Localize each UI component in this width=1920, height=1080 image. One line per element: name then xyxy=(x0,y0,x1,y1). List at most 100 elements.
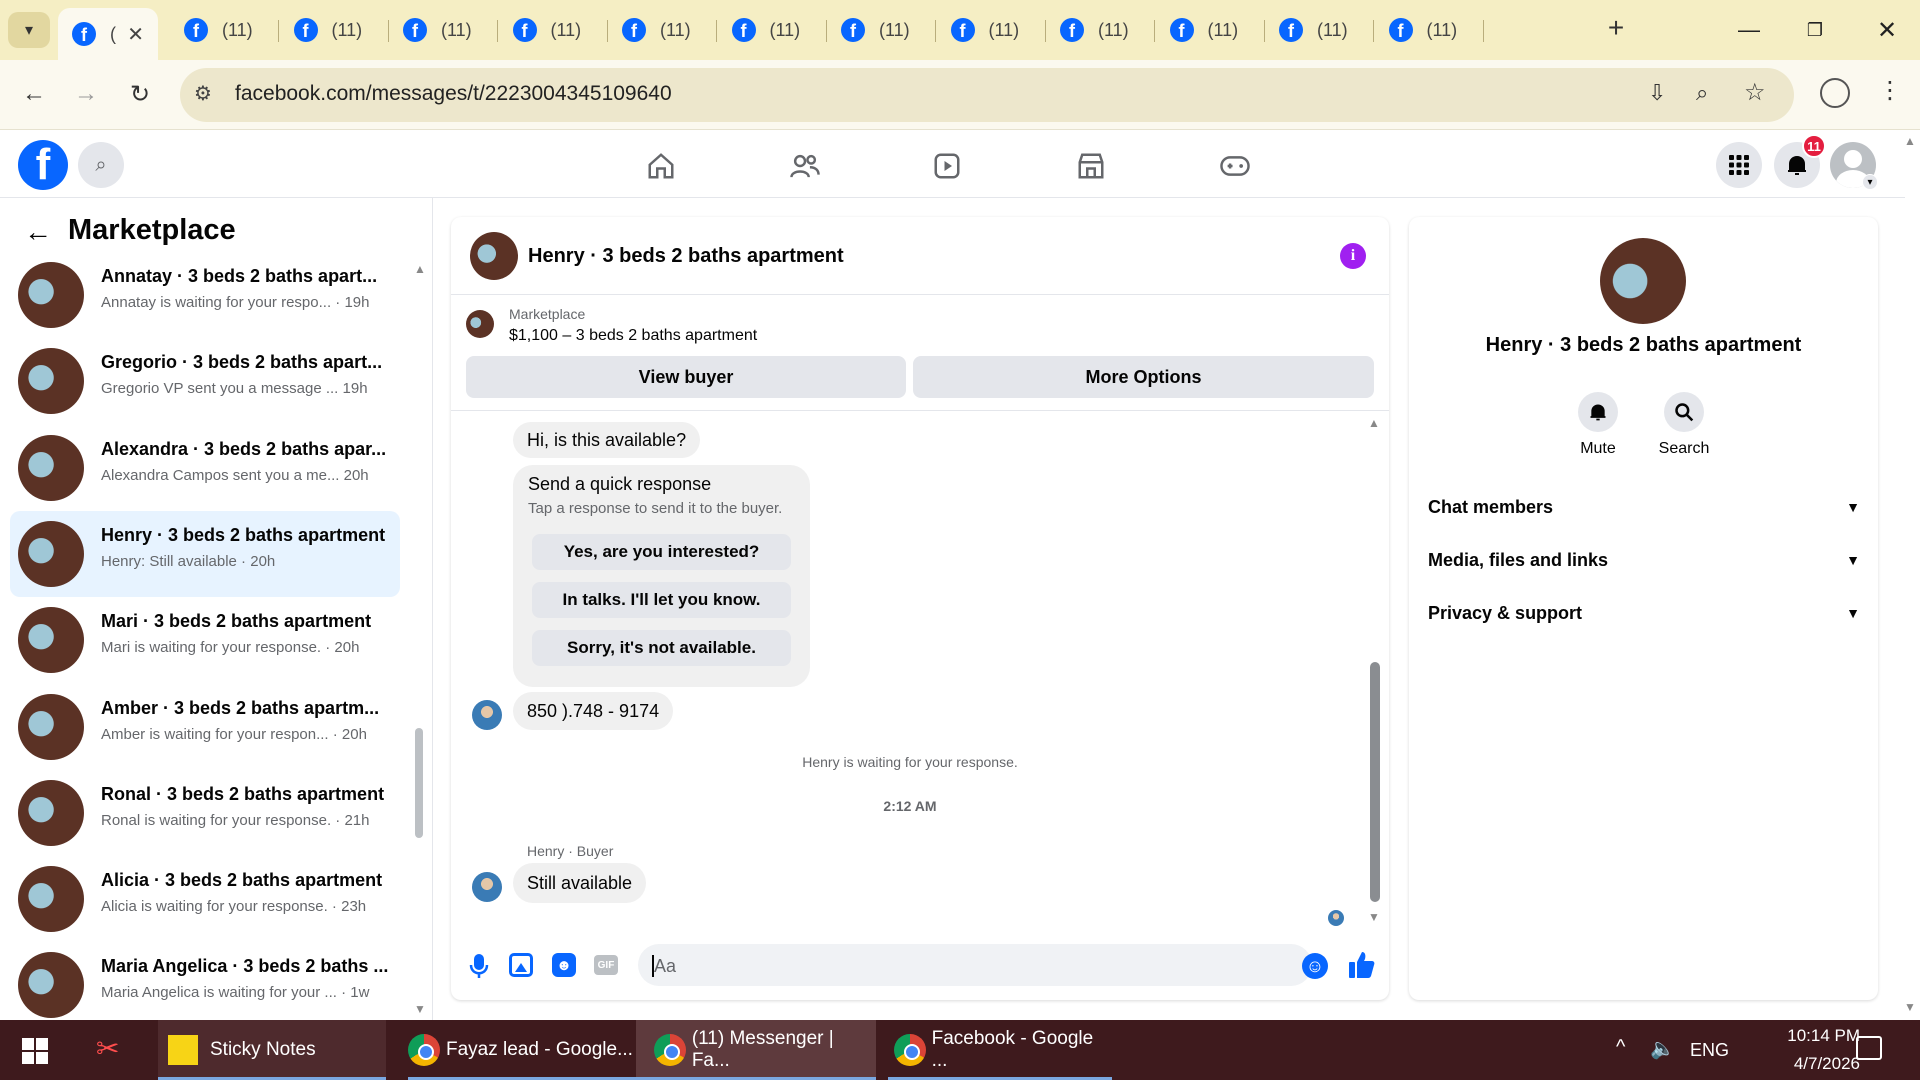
gif-icon[interactable]: GIF xyxy=(594,955,618,975)
facebook-icon: f xyxy=(1388,18,1413,42)
windows-start-icon[interactable] xyxy=(22,1038,48,1064)
profile-icon[interactable] xyxy=(1820,78,1850,108)
sticker-icon[interactable]: ☻ xyxy=(552,953,576,977)
reload-button[interactable]: ↻ xyxy=(116,70,164,118)
thumbs-up-icon[interactable] xyxy=(1348,950,1376,980)
message-bubble[interactable]: 850 ).748 - 9174 xyxy=(513,692,674,730)
browser-tab[interactable]: f (11) xyxy=(937,8,1046,52)
install-app-icon[interactable]: ⇩ xyxy=(1648,80,1666,106)
conversation-item[interactable]: Maria Angelica · 3 beds 2 baths ... Maria… xyxy=(10,942,400,1028)
search-button[interactable]: ⌕ xyxy=(78,142,124,188)
zoom-icon[interactable]: ⌕ xyxy=(1696,80,1708,106)
conversation-item[interactable]: Annatay · 3 beds 2 baths apart... Annatay… xyxy=(10,252,400,338)
details-section-2[interactable]: Privacy & support ▼ xyxy=(1428,593,1860,633)
tab-label: (11) xyxy=(441,19,472,40)
facebook-icon: f xyxy=(622,18,646,42)
message-bubble[interactable]: Hi, is this available? xyxy=(513,422,701,458)
chat-title[interactable]: Henry · 3 beds 2 baths apartment xyxy=(528,245,844,268)
speaker-icon[interactable]: 🔈 xyxy=(1650,1036,1675,1061)
menu-dots-icon[interactable]: ⋮ xyxy=(1878,76,1902,105)
close-tab-icon[interactable]: ✕ xyxy=(127,22,144,47)
chat-avatar[interactable] xyxy=(470,232,518,280)
nav-marketplace[interactable] xyxy=(1066,146,1116,186)
tab-active[interactable]: f ( ✕ xyxy=(58,8,158,60)
page-scroll-up-icon[interactable]: ▲ xyxy=(1904,134,1916,148)
nav-video[interactable] xyxy=(922,146,972,186)
sidebar-scroll-down-icon[interactable]: ▼ xyxy=(414,1002,426,1016)
conversation-item[interactable]: Henry · 3 beds 2 baths apartment Henry: S… xyxy=(10,510,400,597)
conversation-item[interactable]: Amber · 3 beds 2 baths apartm... Amber is… xyxy=(10,684,400,770)
url-text[interactable]: facebook.com/messages/t/2223004345109640 xyxy=(235,82,672,106)
search-in-chat-button[interactable] xyxy=(1664,392,1704,432)
message-bubble[interactable]: Still available xyxy=(513,863,647,903)
minimize-button[interactable]: — xyxy=(1716,0,1782,60)
details-avatar[interactable] xyxy=(1600,238,1686,324)
nav-friends[interactable] xyxy=(780,146,830,186)
view-buyer-button[interactable]: View buyer xyxy=(466,356,906,398)
browser-tab[interactable]: f (11) xyxy=(280,8,389,52)
pinned-app-icon[interactable]: ✂ xyxy=(96,1032,130,1068)
chat-scrollbar[interactable] xyxy=(1370,662,1380,902)
close-window-button[interactable]: ✕ xyxy=(1854,0,1920,60)
page-scroll-down-icon[interactable]: ▼ xyxy=(1904,1000,1916,1014)
menu-button[interactable] xyxy=(1716,142,1762,188)
taskbar-chrome-fayaz[interactable]: Fayaz lead - Google... xyxy=(408,1020,636,1080)
facebook-logo[interactable]: f xyxy=(18,140,68,190)
sender-avatar[interactable] xyxy=(472,700,502,730)
browser-tab[interactable]: f (11) xyxy=(1046,8,1155,52)
taskbar-chrome-messenger[interactable]: (11) Messenger | Fa... xyxy=(636,1020,876,1080)
back-button[interactable]: ← xyxy=(10,70,58,118)
listing-title[interactable]: $1,100 – 3 beds 2 baths apartment xyxy=(509,327,757,345)
site-info-icon[interactable]: ⚙ xyxy=(194,81,212,106)
browser-tab[interactable]: f (11) xyxy=(499,8,608,52)
forward-button[interactable]: → xyxy=(62,70,110,118)
clock-date[interactable]: 4/7/2026 xyxy=(1750,1054,1860,1074)
browser-tab[interactable]: f (11) xyxy=(608,8,717,52)
emoji-icon[interactable]: ☺ xyxy=(1302,953,1328,979)
browser-tab[interactable]: f (11) xyxy=(1265,8,1374,52)
sender-avatar[interactable] xyxy=(472,872,502,902)
browser-tab[interactable]: f (11) xyxy=(170,8,279,52)
browser-tab[interactable]: f (11) xyxy=(389,8,498,52)
nav-home[interactable] xyxy=(636,146,686,186)
notification-center-icon[interactable] xyxy=(1856,1036,1882,1060)
clock-time[interactable]: 10:14 PM xyxy=(1750,1026,1860,1046)
browser-tab[interactable]: f (11) xyxy=(1156,8,1265,52)
chevron-up-icon[interactable]: ^ xyxy=(1616,1036,1625,1059)
quick-response-button[interactable]: In talks. I'll let you know. xyxy=(532,582,791,618)
conversation-item[interactable]: Mari · 3 beds 2 baths apartment Mari is w… xyxy=(10,597,400,683)
conversation-item[interactable]: Alicia · 3 beds 2 baths apartment Alicia … xyxy=(10,856,400,942)
quick-response-button[interactable]: Yes, are you interested? xyxy=(532,534,791,570)
microphone-icon[interactable] xyxy=(468,952,490,980)
sidebar-scrollbar[interactable] xyxy=(415,728,423,838)
chevron-down-icon[interactable]: ▾ xyxy=(1862,174,1878,190)
conversation-snippet: Alicia is waiting for your response. · 2… xyxy=(101,898,367,916)
conversation-snippet: Mari is waiting for your response. · 20h xyxy=(101,639,360,657)
browser-tab[interactable]: f (11) xyxy=(718,8,827,52)
restore-button[interactable]: ❐ xyxy=(1782,0,1848,60)
nav-gaming[interactable] xyxy=(1210,146,1260,186)
conversation-item[interactable]: Ronal · 3 beds 2 baths apartment Ronal is… xyxy=(10,770,400,856)
back-arrow-icon[interactable]: ← xyxy=(24,216,52,248)
taskbar-sticky-notes[interactable]: Sticky Notes xyxy=(158,1020,386,1080)
chat-scroll-up-icon[interactable]: ▲ xyxy=(1368,416,1380,430)
details-section-0[interactable]: Chat members ▼ xyxy=(1428,487,1860,527)
mute-button[interactable] xyxy=(1578,392,1618,432)
conversation-item[interactable]: Gregorio · 3 beds 2 baths apart... Gregor… xyxy=(10,338,400,424)
tab-search-button[interactable]: ▾ xyxy=(8,12,50,48)
chat-scroll-down-icon[interactable]: ▼ xyxy=(1368,910,1380,924)
more-options-button[interactable]: More Options xyxy=(913,356,1374,398)
info-icon[interactable]: i xyxy=(1340,243,1366,269)
taskbar-chrome-facebook[interactable]: Facebook - Google ... xyxy=(888,1020,1112,1080)
sidebar-scroll-up-icon[interactable]: ▲ xyxy=(414,262,426,276)
details-section-1[interactable]: Media, files and links ▼ xyxy=(1428,540,1860,580)
message-input[interactable] xyxy=(638,944,1312,986)
quick-response-button[interactable]: Sorry, it's not available. xyxy=(532,630,791,666)
bookmark-star-icon[interactable]: ☆ xyxy=(1744,78,1766,107)
photo-icon[interactable] xyxy=(509,953,533,977)
language-indicator[interactable]: ENG xyxy=(1690,1040,1729,1061)
conversation-item[interactable]: Alexandra · 3 beds 2 baths apar... Alexan… xyxy=(10,425,400,511)
browser-tab[interactable]: f (11) xyxy=(827,8,936,52)
browser-tab[interactable]: f (11) xyxy=(1375,8,1484,52)
new-tab-button[interactable]: + xyxy=(1596,12,1636,48)
